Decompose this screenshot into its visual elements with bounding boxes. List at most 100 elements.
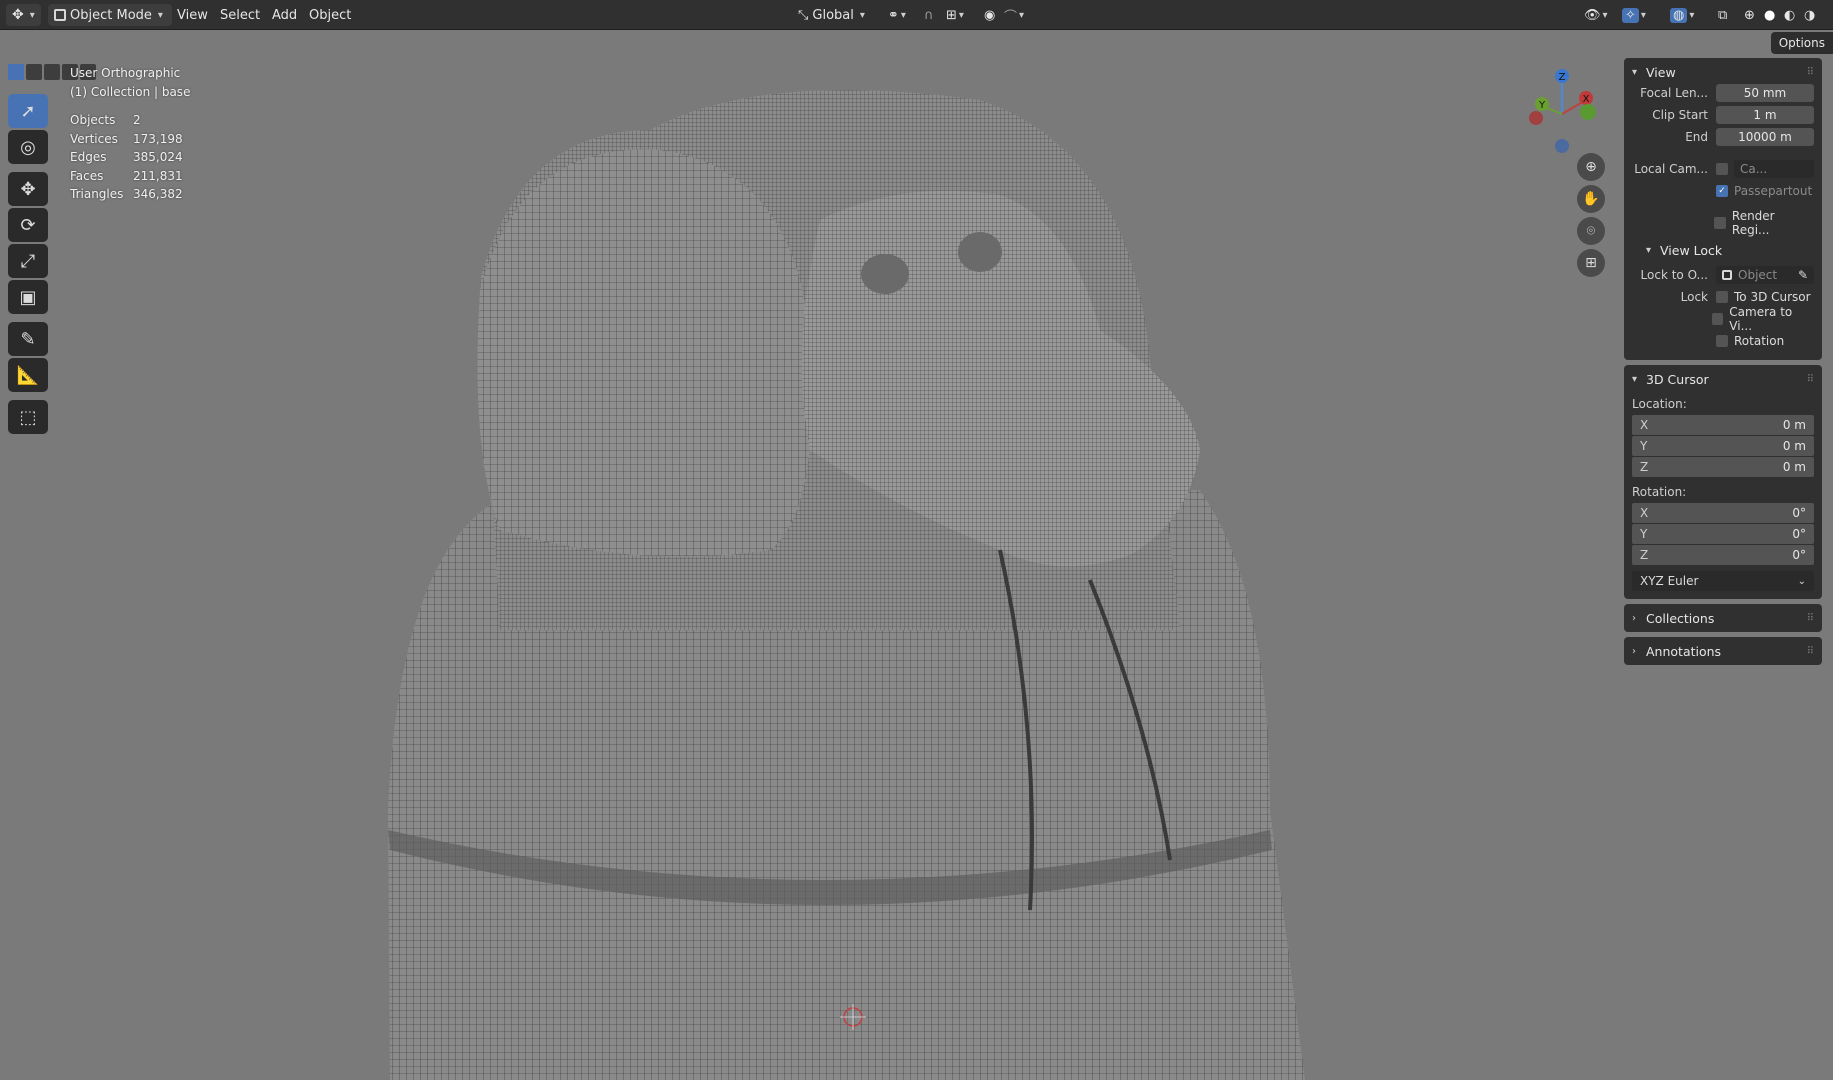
stat-row: Edges 385,024 [70, 148, 190, 167]
rotation-z-field[interactable]: Z 0° [1632, 545, 1814, 565]
menu-add-label: Add [272, 7, 298, 23]
lock-rotation-label: Rotation [1734, 334, 1785, 348]
proportional-edit-toggle[interactable]: ◉ [984, 0, 995, 30]
gizmo-y-label: Y [1538, 100, 1546, 111]
collections-header[interactable]: › Collections ⠿ [1632, 608, 1814, 628]
orientation-icon: ⤡ [798, 7, 809, 23]
editor-type-button[interactable]: ✥ ▾ [6, 4, 41, 26]
axis-label: Y [1640, 439, 1648, 453]
pivot-point-dropdown[interactable]: ⚭ ▾ [888, 0, 906, 30]
scale-tool[interactable]: ⤢ [8, 244, 48, 278]
move-tool[interactable]: ✥ [8, 172, 48, 206]
local-camera-row: Local Cam... Ca... [1632, 158, 1814, 180]
local-camera-field[interactable]: Ca... [1734, 160, 1814, 178]
focal-length-field[interactable]: 50 mm [1716, 84, 1814, 102]
annotations-panel[interactable]: › Annotations ⠿ [1624, 637, 1822, 665]
navigation-gizmo[interactable]: Z X Y [1520, 64, 1610, 154]
xray-toggle[interactable]: ⧉ [1718, 0, 1727, 30]
view-lock-title: View Lock [1660, 242, 1723, 258]
ortho-toggle-button[interactable]: ⊞ [1577, 249, 1605, 277]
rotation-mode-dropdown[interactable]: XYZ Euler ⌄ [1632, 571, 1814, 591]
menu-add[interactable]: Add [272, 0, 297, 30]
3d-viewport[interactable]: ➚ ◎ ✥ ⟳ ⤢ ▣ ✎ 📐 ⬚ User Orthographic (1) … [0, 30, 1833, 1080]
shading-wireframe[interactable]: ⊕ [1744, 0, 1755, 30]
menu-select[interactable]: Select [220, 0, 260, 30]
shading-rendered[interactable]: ◑ [1804, 0, 1815, 30]
eyedropper-icon[interactable]: ✎ [1798, 268, 1808, 282]
clip-start-row: Clip Start 1 m [1632, 104, 1814, 126]
snap-toggle[interactable]: ∩ [924, 0, 934, 30]
snap-target-dropdown[interactable]: ⊞ ▾ [946, 0, 964, 30]
transform-tool[interactable]: ▣ [8, 280, 48, 314]
shading-solid[interactable]: ● [1764, 0, 1775, 30]
cursor-tool[interactable]: ◎ [8, 130, 48, 164]
camera-view-button[interactable]: ⌾ [1577, 217, 1605, 245]
to-3d-cursor-checkbox[interactable] [1716, 291, 1728, 303]
transform-icon: ▣ [19, 286, 37, 308]
annotate-tool[interactable]: ✎ [8, 322, 48, 356]
visibility-dropdown[interactable]: 👁 ▾ [1584, 0, 1608, 30]
clip-start-field[interactable]: 1 m [1716, 106, 1814, 124]
chevron-down-icon: ▾ [157, 9, 163, 21]
options-button[interactable]: Options [1770, 32, 1833, 54]
shading-material[interactable]: ◐ [1784, 0, 1795, 30]
tool-shelf: ➚ ◎ ✥ ⟳ ⤢ ▣ ✎ 📐 ⬚ [8, 64, 52, 436]
collections-panel[interactable]: › Collections ⠿ [1624, 604, 1822, 632]
rotate-tool[interactable]: ⟳ [8, 208, 48, 242]
grid-icon: ⊞ [1585, 255, 1597, 271]
zoom-button[interactable]: ⊕ [1577, 153, 1605, 181]
falloff-dropdown[interactable]: ⌒ ▾ [1004, 0, 1024, 30]
drag-handle-icon[interactable]: ⠿ [1807, 67, 1814, 78]
xray-icon: ⧉ [1718, 7, 1728, 23]
3d-cursor-header[interactable]: ▾ 3D Cursor ⠿ [1632, 369, 1814, 389]
editor-type-icon: ✥ [12, 7, 24, 23]
local-camera-checkbox[interactable] [1716, 163, 1728, 175]
drag-handle-icon[interactable]: ⠿ [1807, 374, 1814, 385]
menu-object-label: Object [309, 7, 352, 23]
drag-handle-icon[interactable]: ⠿ [1807, 613, 1814, 624]
lock-rotation-checkbox[interactable] [1716, 335, 1728, 347]
rotation-y-field[interactable]: Y 0° [1632, 524, 1814, 544]
local-camera-label: Local Cam... [1634, 162, 1708, 176]
menu-object[interactable]: Object [309, 0, 351, 30]
axis-value: 0° [1792, 527, 1806, 541]
gizmo-toggle[interactable]: ✧ ▾ [1622, 0, 1646, 30]
passepartout-label: Passepartout [1734, 184, 1813, 198]
passepartout-checkbox[interactable]: ✓ [1716, 185, 1728, 197]
lock-to-object-row: Lock to O... Object ✎ [1632, 264, 1814, 286]
location-x-field[interactable]: X 0 m [1632, 415, 1814, 435]
pan-button[interactable]: ✋ [1577, 185, 1605, 213]
menu-view[interactable]: View [177, 0, 208, 30]
stat-value: 346,382 [133, 187, 183, 201]
location-z-field[interactable]: Z 0 m [1632, 457, 1814, 477]
view-panel-header[interactable]: ▾ View ⠿ [1632, 62, 1814, 82]
view-lock-header[interactable]: ▾ View Lock [1632, 240, 1814, 260]
clip-end-label: End [1685, 130, 1708, 144]
axis-label: Y [1640, 527, 1648, 541]
clip-end-row: End 10000 m [1632, 126, 1814, 148]
mode-dropdown[interactable]: Object Mode ▾ [48, 4, 172, 26]
axis-value: 0° [1792, 548, 1806, 562]
chevron-right-icon: › [1632, 612, 1636, 624]
menu-view-label: View [177, 7, 208, 23]
add-cube-tool[interactable]: ⬚ [8, 400, 48, 434]
gizmo-icon: ✧ [1622, 7, 1639, 23]
select-box-tool[interactable]: ➚ [8, 94, 48, 128]
clip-end-field[interactable]: 10000 m [1716, 128, 1814, 146]
local-camera-value: Ca... [1740, 162, 1768, 176]
drag-handle-icon[interactable]: ⠿ [1807, 646, 1814, 657]
annotations-header[interactable]: › Annotations ⠿ [1632, 641, 1814, 661]
transform-orientation-dropdown[interactable]: ⤡ Global ▾ [798, 0, 865, 30]
move-icon: ✥ [20, 178, 36, 200]
overlays-toggle[interactable]: ◍ ▾ [1670, 0, 1694, 30]
lock-to-object-field[interactable]: Object ✎ [1716, 266, 1814, 284]
render-region-checkbox[interactable] [1714, 217, 1726, 229]
clip-start-label: Clip Start [1652, 108, 1708, 122]
cursor-arrow-icon: ➚ [20, 100, 36, 122]
camera-to-view-checkbox[interactable] [1711, 313, 1724, 325]
rotation-x-field[interactable]: X 0° [1632, 503, 1814, 523]
axis-label: X [1640, 418, 1649, 432]
chevron-down-icon: ▾ [859, 9, 865, 21]
measure-tool[interactable]: 📐 [8, 358, 48, 392]
location-y-field[interactable]: Y 0 m [1632, 436, 1814, 456]
